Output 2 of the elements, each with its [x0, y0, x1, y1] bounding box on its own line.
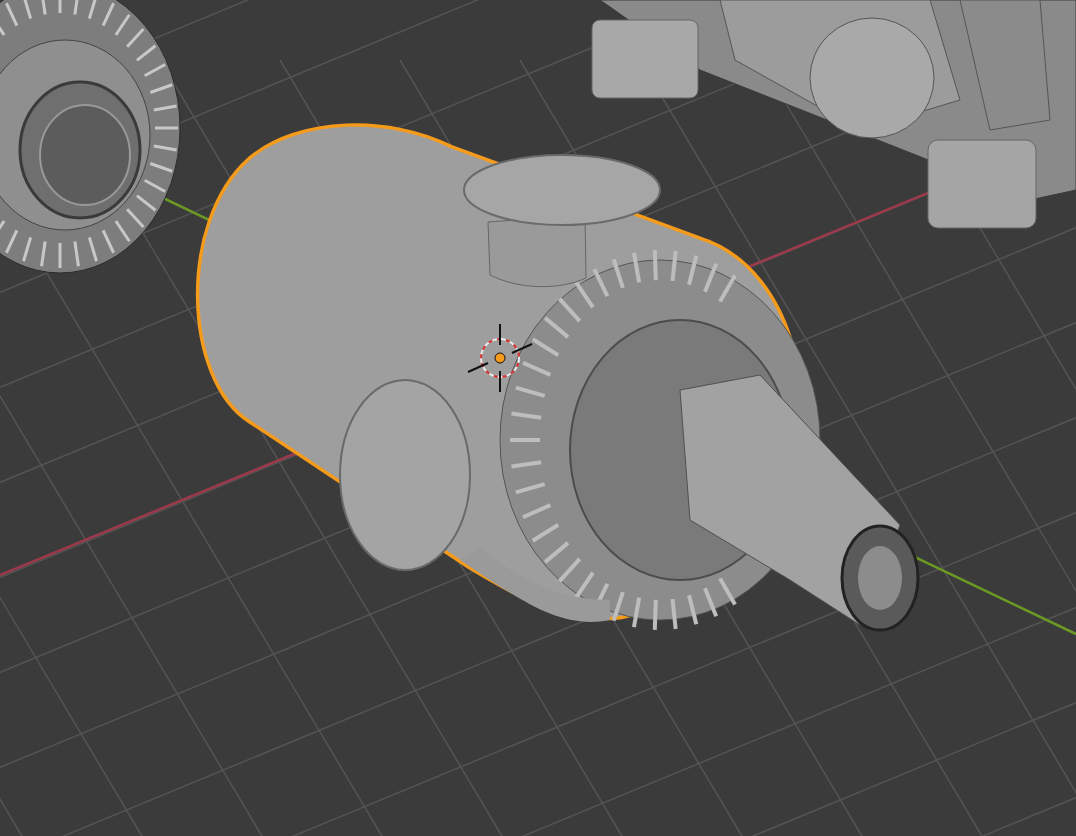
viewport-canvas[interactable] — [0, 0, 1076, 836]
cursor-icon — [467, 323, 533, 393]
